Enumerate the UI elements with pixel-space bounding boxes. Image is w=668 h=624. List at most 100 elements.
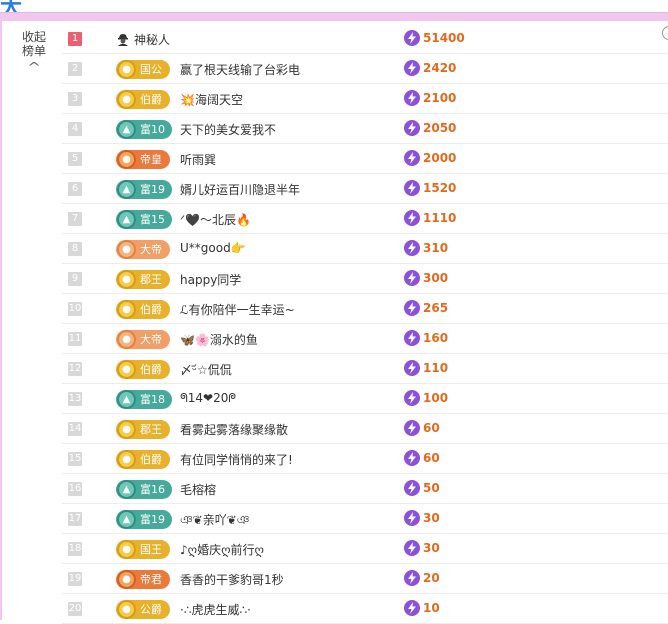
- ranking-row[interactable]: 13 ▲ 富18 ᖗ14❤20ᖘ 100: [62, 384, 668, 414]
- lightning-bolt-icon: [404, 300, 420, 316]
- top-pink-strip: [0, 12, 668, 21]
- user-name[interactable]: 〆ᵕ᷄☆侃侃: [180, 361, 232, 378]
- contribution-amount: 2050: [423, 121, 457, 135]
- user-name[interactable]: ♪ღ婚庆ღ前行ღ: [180, 541, 264, 558]
- user-name[interactable]: U**good👉: [180, 241, 246, 255]
- ranking-row[interactable]: 19 ● 帝君 香香的干爹豹哥1秒 20: [62, 564, 668, 594]
- lightning-bolt-icon: [404, 570, 420, 586]
- user-name[interactable]: 💥海阔天空: [180, 91, 243, 108]
- user-name[interactable]: 婿儿好运百川隐退半年: [180, 181, 300, 198]
- ranking-row[interactable]: 5 ● 帝皇 听雨巽 2000: [62, 144, 668, 174]
- rank-number: 18: [68, 542, 82, 556]
- user-name[interactable]: 有位同学悄悄的来了!: [180, 451, 293, 468]
- user-name[interactable]: ℒ有你陪伴一生幸运~: [180, 301, 295, 318]
- contribution-amount: 30: [423, 511, 440, 525]
- level-badge: ▲ 富15: [116, 210, 172, 229]
- badge-label: 郡王: [140, 273, 162, 286]
- user-name[interactable]: ঞ❦亲吖❦ঞ: [180, 511, 249, 532]
- ranking-row[interactable]: 1 神秘人 51400: [62, 24, 668, 54]
- rank-number: 6: [68, 182, 82, 196]
- user-name[interactable]: 🦋🌸溺水的鱼: [180, 331, 258, 348]
- contribution-amount: 2000: [423, 151, 457, 165]
- lightning-bolt-icon: [404, 180, 420, 196]
- lightning-bolt-icon: [404, 540, 420, 556]
- contribution-amount: 1520: [423, 181, 457, 195]
- contribution-amount: 20: [423, 571, 440, 585]
- badge-label: 国公: [140, 63, 162, 76]
- left-pink-border: [0, 20, 2, 620]
- ranking-row[interactable]: 2 ● 国公 赢了根天线输了台彩电 2420: [62, 54, 668, 84]
- badge-emblem-icon: ●: [117, 600, 136, 619]
- badge-emblem-icon: ●: [117, 270, 136, 289]
- rank-number: 15: [68, 452, 82, 466]
- rank-number: 10: [68, 302, 82, 316]
- user-name[interactable]: 赢了根天线输了台彩电: [180, 61, 300, 78]
- ranking-row[interactable]: 14 ● 郡王 看雾起雾落缘聚缘散 60: [62, 414, 668, 444]
- badge-label: 大帝: [140, 333, 162, 346]
- user-name[interactable]: 天下的美女爱我不: [180, 121, 276, 138]
- user-name[interactable]: ᐟ🖤～北辰🔥: [180, 211, 251, 228]
- ranking-row[interactable]: 7 ▲ 富15 ᐟ🖤～北辰🔥 1110: [62, 204, 668, 234]
- ranking-row[interactable]: 8 ● 大帝 U**good👉 310: [62, 234, 668, 264]
- contribution-amount: 2100: [423, 91, 457, 105]
- rank-number: 12: [68, 362, 82, 376]
- collapse-ranking-button[interactable]: 收起 榜单 ^: [16, 30, 52, 74]
- level-badge: ● 帝君: [116, 570, 170, 589]
- ranking-row[interactable]: 15 ● 伯爵 有位同学悄悄的来了! 60: [62, 444, 668, 474]
- ranking-list: 1 神秘人 51400 2 ● 国公 赢了根天线输了台彩电 2420 3 ● 伯爵 💥海阔天空 2100…: [62, 24, 668, 624]
- lightning-bolt-icon: [404, 360, 420, 376]
- badge-emblem-icon: ▲: [117, 210, 136, 229]
- ranking-row[interactable]: 10 ● 伯爵 ℒ有你陪伴一生幸运~ 265: [62, 294, 668, 324]
- badge-emblem-icon: ●: [117, 420, 136, 439]
- lightning-bolt-icon: [404, 510, 420, 526]
- badge-label: 富18: [140, 393, 165, 406]
- ranking-row[interactable]: 12 ● 伯爵 〆ᵕ᷄☆侃侃 110: [62, 354, 668, 384]
- user-name[interactable]: 毛榕榕: [180, 481, 216, 498]
- rank-number: 1: [68, 32, 82, 46]
- contribution-amount: 300: [423, 271, 449, 285]
- user-name[interactable]: ·∴虎虎生威∴·: [180, 601, 251, 618]
- collapse-label-line1: 收起: [21, 30, 46, 44]
- lightning-bolt-icon: [404, 330, 420, 346]
- user-name[interactable]: 香香的干爹豹哥1秒: [180, 571, 284, 588]
- ranking-row[interactable]: 9 ● 郡王 happy同学 300: [62, 264, 668, 294]
- level-badge: ▲ 富10: [116, 120, 172, 139]
- rank-number: 11: [68, 332, 82, 346]
- ranking-row[interactable]: 17 ▲ 富19 ঞ❦亲吖❦ঞ 30: [62, 504, 668, 534]
- rank-number: 2: [68, 62, 82, 76]
- contribution-amount: 265: [423, 301, 449, 315]
- badge-emblem-icon: ●: [117, 240, 136, 259]
- badge-emblem-icon: ●: [117, 90, 136, 109]
- collapse-label-line2: 榜单: [21, 44, 46, 58]
- user-name[interactable]: 听雨巽: [180, 151, 216, 168]
- contribution-amount: 110: [423, 361, 449, 375]
- badge-emblem-icon: ●: [117, 450, 136, 469]
- ranking-row[interactable]: 18 ● 国王 ♪ღ婚庆ღ前行ღ 30: [62, 534, 668, 564]
- ranking-row[interactable]: 11 ● 大帝 🦋🌸溺水的鱼 160: [62, 324, 668, 354]
- contribution-amount: 10: [423, 601, 440, 615]
- ranking-row[interactable]: 3 ● 伯爵 💥海阔天空 2100: [62, 84, 668, 114]
- contribution-amount: 51400: [423, 31, 465, 45]
- level-badge: ● 伯爵: [116, 90, 170, 109]
- lightning-bolt-icon: [404, 480, 420, 496]
- rank-number: 5: [68, 152, 82, 166]
- level-badge: ● 公爵: [116, 600, 170, 619]
- rank-number: 9: [68, 272, 82, 286]
- user-name[interactable]: ᖗ14❤20ᖘ: [180, 391, 236, 406]
- user-name[interactable]: 神秘人: [134, 31, 170, 48]
- badge-emblem-icon: ●: [117, 60, 136, 79]
- lightning-bolt-icon: [404, 210, 420, 226]
- user-name[interactable]: 看雾起雾落缘聚缘散: [180, 421, 288, 438]
- ranking-row[interactable]: 4 ▲ 富10 天下的美女爱我不 2050: [62, 114, 668, 144]
- ranking-row[interactable]: 16 ▲ 富16 毛榕榕 50: [62, 474, 668, 504]
- level-badge: ● 帝皇: [116, 150, 170, 169]
- lightning-bolt-icon: [404, 420, 420, 436]
- contribution-amount: 100: [423, 391, 449, 405]
- user-name[interactable]: happy同学: [180, 271, 241, 288]
- contribution-amount: 60: [423, 451, 440, 465]
- rank-number: 17: [68, 512, 82, 526]
- badge-emblem-icon: ▲: [117, 510, 136, 529]
- badge-emblem-icon: ●: [117, 300, 136, 319]
- level-badge: ● 郡王: [116, 270, 170, 289]
- ranking-row[interactable]: 6 ▲ 富19 婿儿好运百川隐退半年 1520: [62, 174, 668, 204]
